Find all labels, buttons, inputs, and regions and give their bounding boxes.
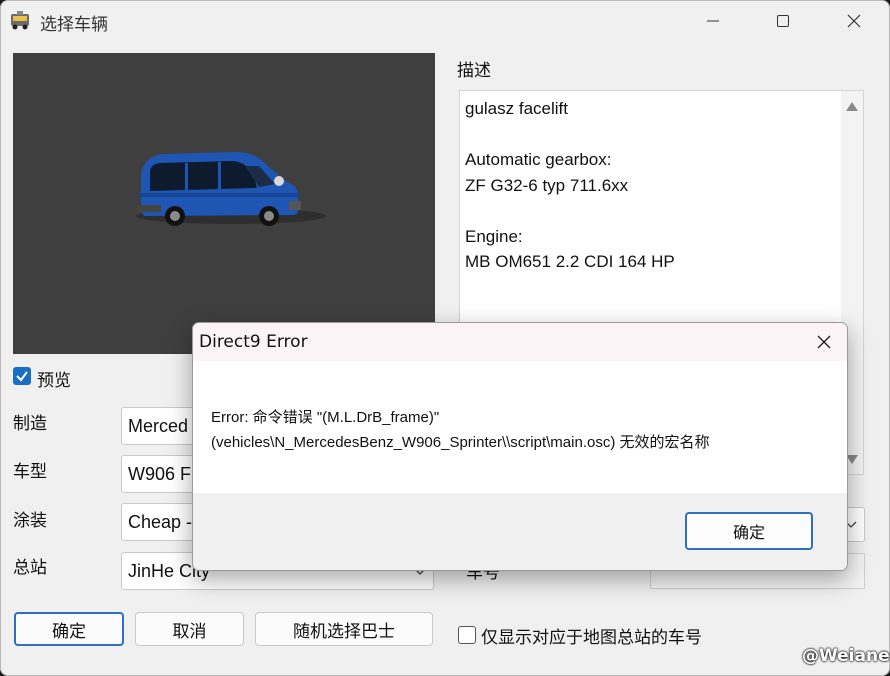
minimize-icon	[707, 20, 719, 22]
close-button[interactable]	[831, 0, 877, 42]
cancel-button[interactable]: 取消	[135, 612, 244, 646]
error-message: Error: 命令错误 "(M.L.DrB_frame)" (vehicles\…	[211, 409, 710, 451]
manufacturer-value: Merced	[128, 416, 189, 436]
ok-button[interactable]: 确定	[14, 612, 124, 646]
van-image	[136, 152, 326, 226]
filter-checkbox[interactable]	[458, 626, 476, 644]
minimize-button[interactable]	[690, 0, 736, 42]
watermark: @Weiane	[802, 646, 890, 666]
error-dialog: Direct9 Error Error: 命令错误 "(M.L.DrB_fram…	[192, 322, 848, 571]
preview-checkbox[interactable]	[13, 367, 31, 385]
dialog-ok-button[interactable]: 确定	[685, 512, 813, 550]
manufacturer-label: 制造	[13, 414, 47, 434]
scroll-up-icon[interactable]	[846, 102, 858, 111]
livery-label: 涂装	[13, 511, 47, 531]
dialog-close-button[interactable]	[801, 323, 847, 361]
app-icon	[11, 11, 29, 30]
model-label: 车型	[13, 462, 47, 482]
close-icon	[817, 335, 831, 349]
title-bar[interactable]: 选择车辆	[0, 0, 890, 42]
preview-checkbox-label: 预览	[37, 371, 71, 391]
dialog-title: Direct9 Error	[199, 332, 308, 352]
maximize-button[interactable]	[760, 0, 806, 42]
close-icon	[847, 14, 861, 28]
random-bus-button[interactable]: 随机选择巴士	[255, 612, 433, 646]
maximize-icon	[777, 15, 789, 27]
filter-checkbox-label: 仅显示对应于地图总站的车号	[481, 628, 702, 648]
window-title: 选择车辆	[40, 15, 108, 35]
dialog-title-bar[interactable]: Direct9 Error	[193, 323, 847, 361]
livery-value: Cheap -	[128, 512, 193, 532]
vehicle-preview[interactable]	[13, 53, 435, 354]
dialog-body: Error: 命令错误 "(M.L.DrB_frame)" (vehicles\…	[193, 361, 847, 493]
description-text: gulasz facelift Automatic gearbox: ZF G3…	[465, 99, 675, 271]
checkmark-icon	[16, 371, 28, 382]
model-value: W906 F	[128, 464, 192, 484]
depot-label: 总站	[13, 558, 47, 578]
description-label: 描述	[457, 61, 491, 81]
